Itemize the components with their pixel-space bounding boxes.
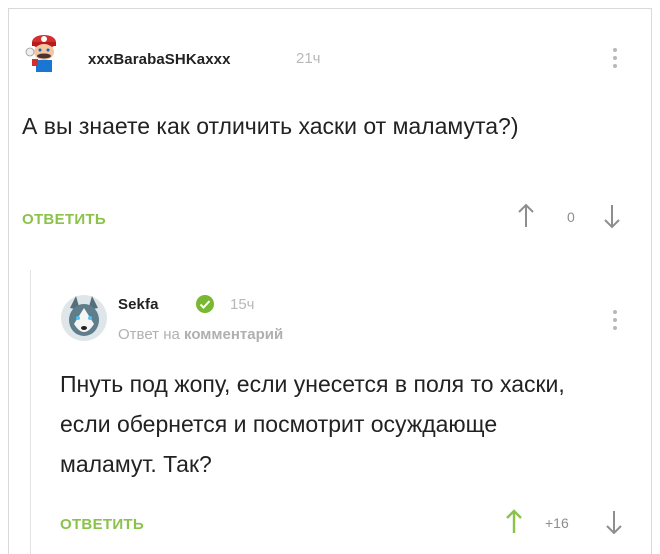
timestamp: 21ч bbox=[296, 50, 321, 67]
more-options-icon[interactable] bbox=[612, 310, 618, 334]
reply-to-link[interactable]: комментарий bbox=[184, 326, 283, 343]
reply-to-info: Ответ на комментарий bbox=[118, 326, 283, 343]
comment-text: Пнуть под жопу, если унесется в поля то … bbox=[60, 371, 565, 477]
comment-text: А вы знаете как отличить хаски от маламу… bbox=[22, 113, 519, 139]
author-name[interactable]: xxxBarabaSHKaxxx bbox=[88, 51, 231, 68]
upvote-arrow-icon[interactable] bbox=[505, 509, 523, 535]
downvote-arrow-icon[interactable] bbox=[603, 203, 621, 229]
verified-badge-icon bbox=[196, 295, 214, 313]
reply-to-prefix: Ответ на bbox=[118, 326, 180, 343]
vote-controls: 0 bbox=[517, 203, 637, 233]
husky-avatar-icon[interactable] bbox=[60, 294, 108, 342]
upvote-arrow-icon[interactable] bbox=[517, 203, 535, 229]
vote-score: +16 bbox=[545, 515, 569, 531]
vote-controls: +16 bbox=[505, 509, 635, 539]
more-options-icon[interactable] bbox=[612, 48, 618, 72]
timestamp: 15ч bbox=[230, 296, 255, 313]
reply-button[interactable]: ОТВЕТИТЬ bbox=[60, 516, 144, 533]
vote-score: 0 bbox=[567, 209, 575, 225]
thread-line bbox=[30, 270, 31, 554]
mario-avatar-icon[interactable] bbox=[22, 28, 70, 76]
downvote-arrow-icon[interactable] bbox=[605, 509, 623, 535]
reply-button[interactable]: ОТВЕТИТЬ bbox=[22, 211, 106, 228]
author-name[interactable]: Sekfa bbox=[118, 296, 159, 313]
